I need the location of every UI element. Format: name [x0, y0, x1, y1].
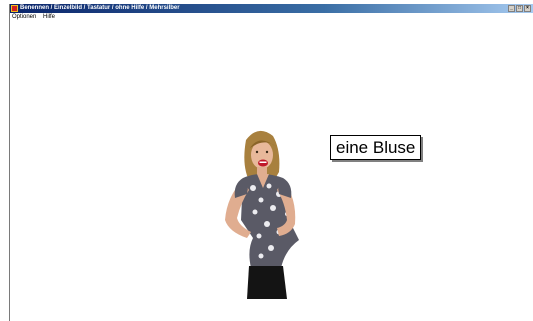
menu-optionen[interactable]: Optionen: [12, 13, 36, 22]
exercise-area: eine Bluse: [10, 22, 533, 321]
close-button[interactable]: ×: [524, 5, 531, 12]
title-bar[interactable]: Benennen / Einzelbild / Tastatur / ohne …: [10, 4, 533, 13]
window-title: Benennen / Einzelbild / Tastatur / ohne …: [20, 5, 180, 11]
woman-in-blouse-icon: [225, 130, 299, 299]
app-icon: [11, 5, 18, 12]
minimize-button[interactable]: _: [508, 5, 515, 12]
maximize-button[interactable]: □: [516, 5, 523, 12]
menu-hilfe[interactable]: Hilfe: [43, 13, 55, 22]
menu-bar: Optionen Hilfe: [10, 13, 533, 22]
app-window: Benennen / Einzelbild / Tastatur / ohne …: [9, 4, 533, 321]
window-controls: _ □ ×: [508, 5, 531, 12]
answer-word-box: eine Bluse: [330, 135, 422, 160]
